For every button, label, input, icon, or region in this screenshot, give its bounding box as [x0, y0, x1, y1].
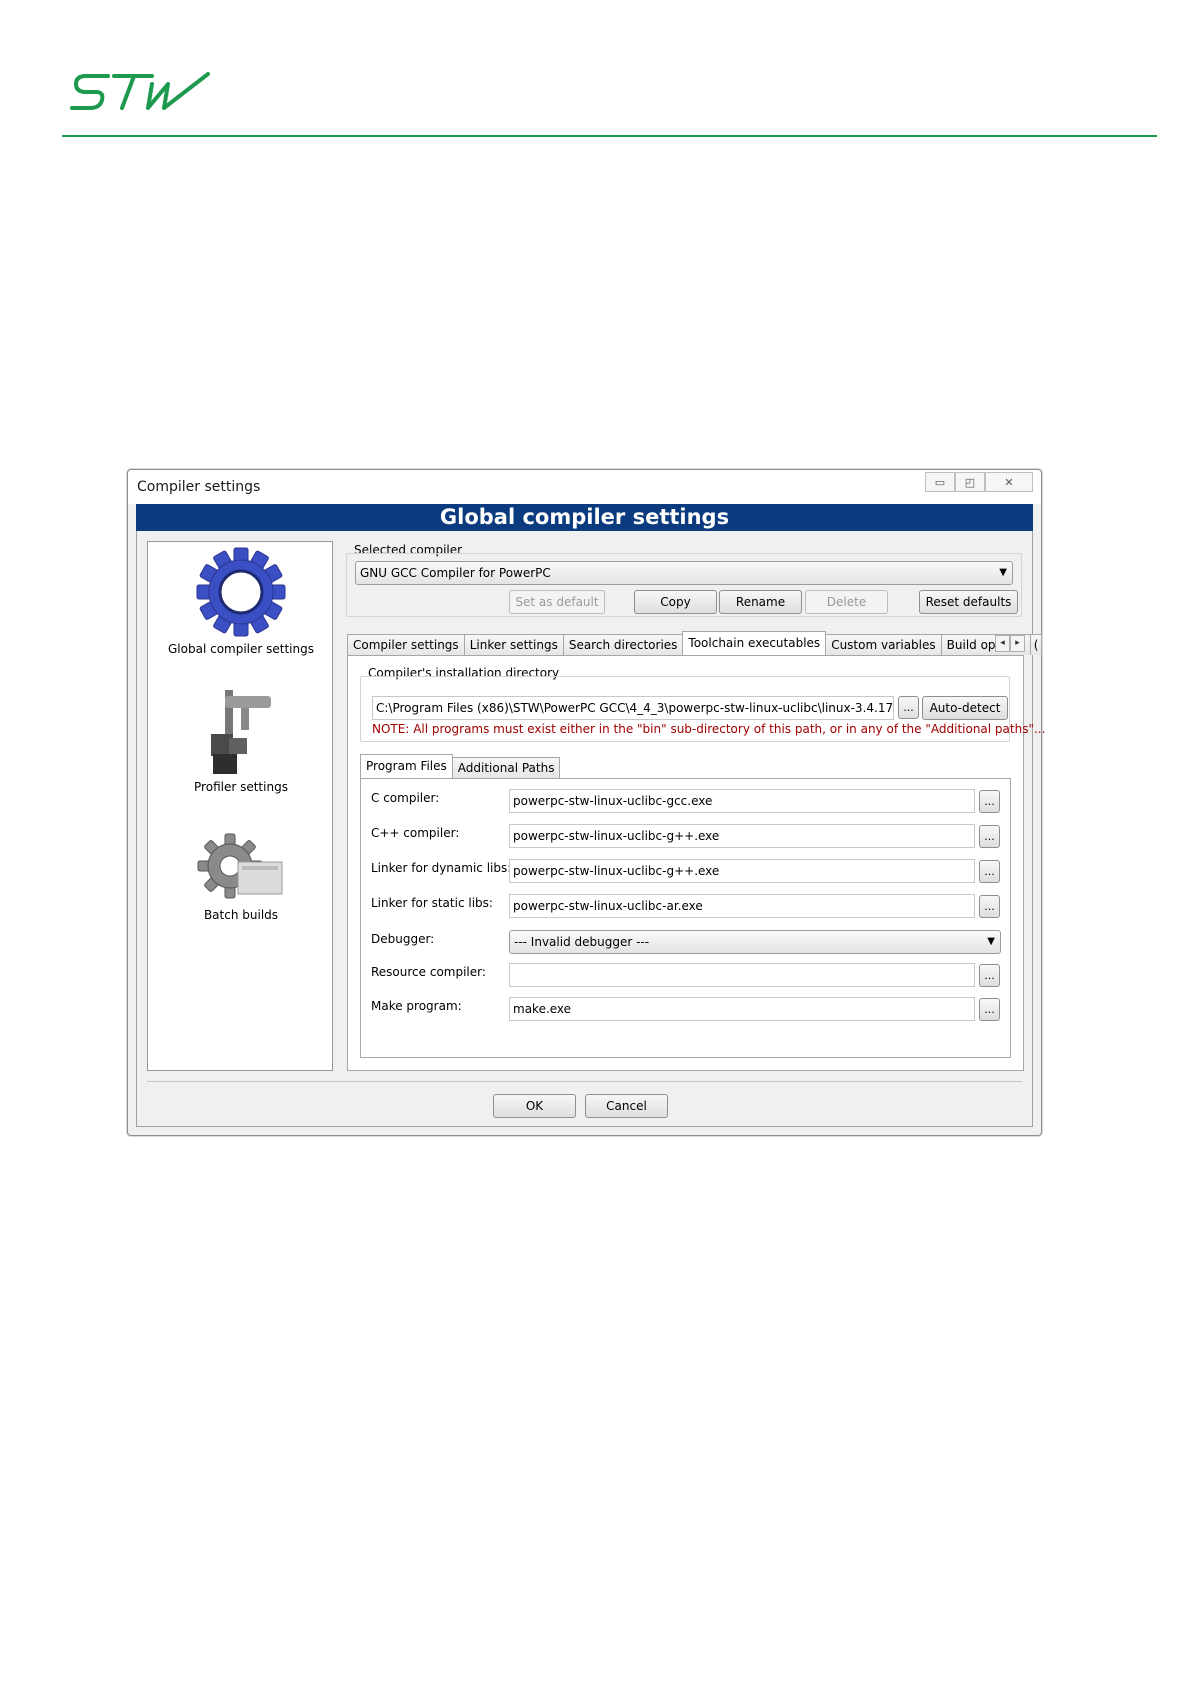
static-linker-browse-button[interactable]: ... [979, 895, 1000, 918]
c-compiler-input[interactable]: powerpc-stw-linux-uclibc-gcc.exe [509, 789, 975, 813]
static-linker-input[interactable]: powerpc-stw-linux-uclibc-ar.exe [509, 894, 975, 918]
gear-icon [196, 547, 286, 637]
copy-button[interactable]: Copy [634, 590, 717, 614]
make-program-browse-button[interactable]: ... [979, 998, 1000, 1021]
dynamic-linker-browse-button[interactable]: ... [979, 860, 1000, 883]
chevron-down-icon: ▼ [999, 567, 1007, 578]
tab-linker-settings[interactable]: Linker settings [463, 634, 564, 655]
compiler-select[interactable]: GNU GCC Compiler for PowerPC ▼ [355, 561, 1013, 585]
dynamic-linker-input[interactable]: powerpc-stw-linux-uclibc-g++.exe [509, 859, 975, 883]
set-as-default-button[interactable]: Set as default [509, 590, 605, 614]
sidebar-item-batch-builds[interactable]: Batch builds [148, 832, 334, 922]
compiler-select-value: GNU GCC Compiler for PowerPC [360, 566, 551, 580]
make-program-input[interactable]: make.exe [509, 997, 975, 1021]
resource-compiler-input[interactable] [509, 963, 975, 987]
titlebar[interactable]: Compiler settings ▭ ◰ ✕ [128, 470, 1041, 504]
sidebar-item-profiler-settings[interactable]: Profiler settings [148, 688, 334, 794]
cpp-compiler-browse-button[interactable]: ... [979, 825, 1000, 848]
reset-defaults-button[interactable]: Reset defaults [919, 590, 1018, 614]
compiler-settings-window: Compiler settings ▭ ◰ ✕ Global compiler … [127, 469, 1045, 1136]
close-icon[interactable]: ✕ [985, 472, 1033, 492]
install-note: NOTE: All programs must exist either in … [372, 722, 1046, 736]
sidebar-item-label: Batch builds [203, 908, 279, 922]
settings-tabs: Compiler settings Linker settings Search… [347, 631, 1043, 655]
scroll-left-icon[interactable]: ◂ [995, 635, 1010, 652]
tab-additional-paths[interactable]: Additional Paths [451, 757, 561, 778]
window-controls: ▭ ◰ ✕ [925, 472, 1033, 492]
page-title: Global compiler settings [136, 504, 1033, 531]
dynamic-linker-label: Linker for dynamic libs: [371, 861, 512, 875]
static-linker-label: Linker for static libs: [371, 896, 493, 910]
category-list: Global compiler settings Profiler settin… [147, 541, 333, 1071]
debugger-select-value: --- Invalid debugger --- [514, 935, 650, 949]
c-compiler-label: C compiler: [371, 791, 440, 805]
resource-compiler-browse-button[interactable]: ... [979, 964, 1000, 987]
dialog-body: Global compiler settings Profiler settin… [136, 531, 1045, 1127]
ok-button[interactable]: OK [493, 1094, 576, 1118]
header-rule [62, 135, 1157, 137]
cancel-button[interactable]: Cancel [585, 1094, 668, 1118]
delete-button[interactable]: Delete [805, 590, 888, 614]
sidebar-item-label: Global compiler settings [168, 642, 314, 656]
c-compiler-browse-button[interactable]: ... [979, 790, 1000, 813]
tab-custom-variables[interactable]: Custom variables [825, 634, 942, 655]
tab-overflow[interactable]: ( [1029, 634, 1043, 655]
stw-logo [70, 72, 210, 110]
tab-search-directories[interactable]: Search directories [562, 634, 684, 655]
resource-compiler-label: Resource compiler: [371, 965, 486, 979]
window-title: Compiler settings [137, 479, 261, 495]
tab-program-files[interactable]: Program Files [360, 754, 453, 778]
cpp-compiler-input[interactable]: powerpc-stw-linux-uclibc-g++.exe [509, 824, 975, 848]
batch-gear-icon [197, 833, 283, 899]
cpp-compiler-label: C++ compiler: [371, 826, 460, 840]
install-dir-input[interactable]: C:\Program Files (x86)\STW\PowerPC GCC\4… [372, 696, 894, 720]
rename-button[interactable]: Rename [719, 590, 802, 614]
maximize-icon[interactable]: ◰ [955, 472, 985, 492]
caliper-icon [211, 690, 271, 774]
install-dir-browse-button[interactable]: ... [898, 696, 919, 719]
debugger-select[interactable]: --- Invalid debugger --- ▼ [509, 930, 1001, 954]
program-files-page: C compiler: powerpc-stw-linux-uclibc-gcc… [360, 778, 1011, 1058]
chevron-down-icon: ▼ [987, 936, 995, 947]
sidebar-item-label: Profiler settings [194, 780, 288, 794]
tab-toolchain-executables[interactable]: Toolchain executables [682, 631, 827, 655]
tab-compiler-settings[interactable]: Compiler settings [347, 634, 465, 655]
debugger-label: Debugger: [371, 932, 435, 946]
program-tabs: Program Files Additional Paths [360, 754, 561, 778]
scroll-right-icon[interactable]: ▸ [1010, 635, 1025, 652]
toolchain-tab-page: Compiler's installation directory C:\Pro… [347, 655, 1045, 1071]
footer-separator [147, 1081, 1022, 1082]
sidebar-item-global-compiler-settings[interactable]: Global compiler settings [148, 546, 334, 656]
minimize-icon[interactable]: ▭ [925, 472, 955, 492]
tab-scroll: ◂ ▸ [995, 635, 1025, 652]
auto-detect-button[interactable]: Auto-detect [922, 696, 1008, 720]
make-program-label: Make program: [371, 999, 462, 1013]
